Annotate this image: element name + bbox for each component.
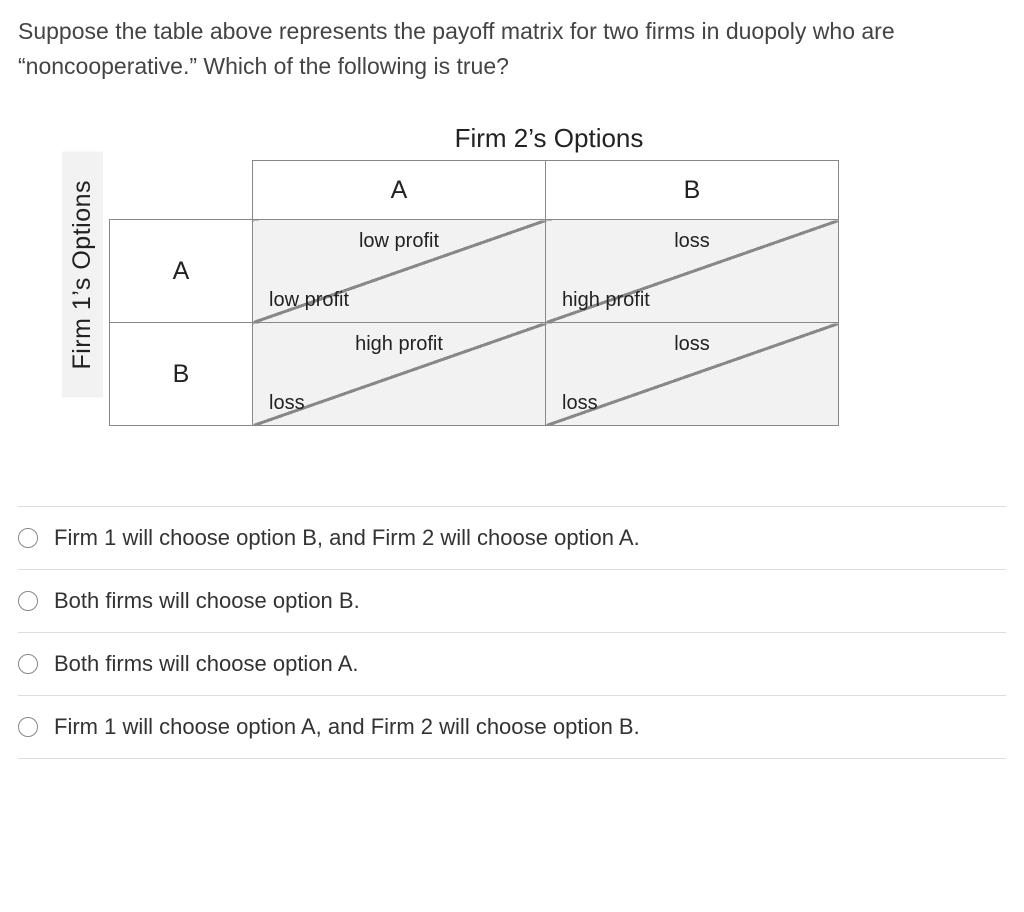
col-header-a: A: [253, 161, 546, 220]
cell-ab-firm2: loss: [546, 230, 838, 253]
table-corner: [110, 161, 253, 220]
row-header-b: B: [110, 323, 253, 426]
cell-bb: loss loss: [546, 323, 839, 426]
payoff-matrix: Firm 1’s Options Firm 2’s Options A B A …: [62, 123, 1006, 426]
option-label: Firm 1 will choose option A, and Firm 2 …: [54, 714, 640, 740]
cell-ab: loss high profit: [546, 220, 839, 323]
option-label: Firm 1 will choose option B, and Firm 2 …: [54, 525, 640, 551]
question-text: Suppose the table above represents the p…: [18, 14, 1006, 83]
row-header-a: A: [110, 220, 253, 323]
option-4[interactable]: Firm 1 will choose option A, and Firm 2 …: [18, 695, 1006, 759]
cell-ba-firm2: high profit: [253, 333, 545, 356]
cell-aa-firm1: low profit: [269, 289, 349, 312]
radio-icon: [18, 717, 38, 737]
cell-bb-firm1: loss: [562, 392, 598, 415]
answer-options: Firm 1 will choose option B, and Firm 2 …: [18, 506, 1006, 759]
cell-ba-firm1: loss: [269, 392, 305, 415]
payoff-table: A B A low profit low profit loss high pr…: [109, 160, 839, 426]
option-2[interactable]: Both firms will choose option B.: [18, 569, 1006, 632]
radio-icon: [18, 654, 38, 674]
firm2-axis-label: Firm 2’s Options: [259, 123, 839, 154]
option-label: Both firms will choose option A.: [54, 651, 358, 677]
option-3[interactable]: Both firms will choose option A.: [18, 632, 1006, 695]
radio-icon: [18, 528, 38, 548]
cell-aa-firm2: low profit: [253, 230, 545, 253]
cell-bb-firm2: loss: [546, 333, 838, 356]
cell-aa: low profit low profit: [253, 220, 546, 323]
option-label: Both firms will choose option B.: [54, 588, 360, 614]
cell-ab-firm1: high profit: [562, 289, 650, 312]
col-header-b: B: [546, 161, 839, 220]
firm1-axis-label: Firm 1’s Options: [62, 152, 103, 398]
radio-icon: [18, 591, 38, 611]
cell-ba: high profit loss: [253, 323, 546, 426]
option-1[interactable]: Firm 1 will choose option B, and Firm 2 …: [18, 506, 1006, 569]
